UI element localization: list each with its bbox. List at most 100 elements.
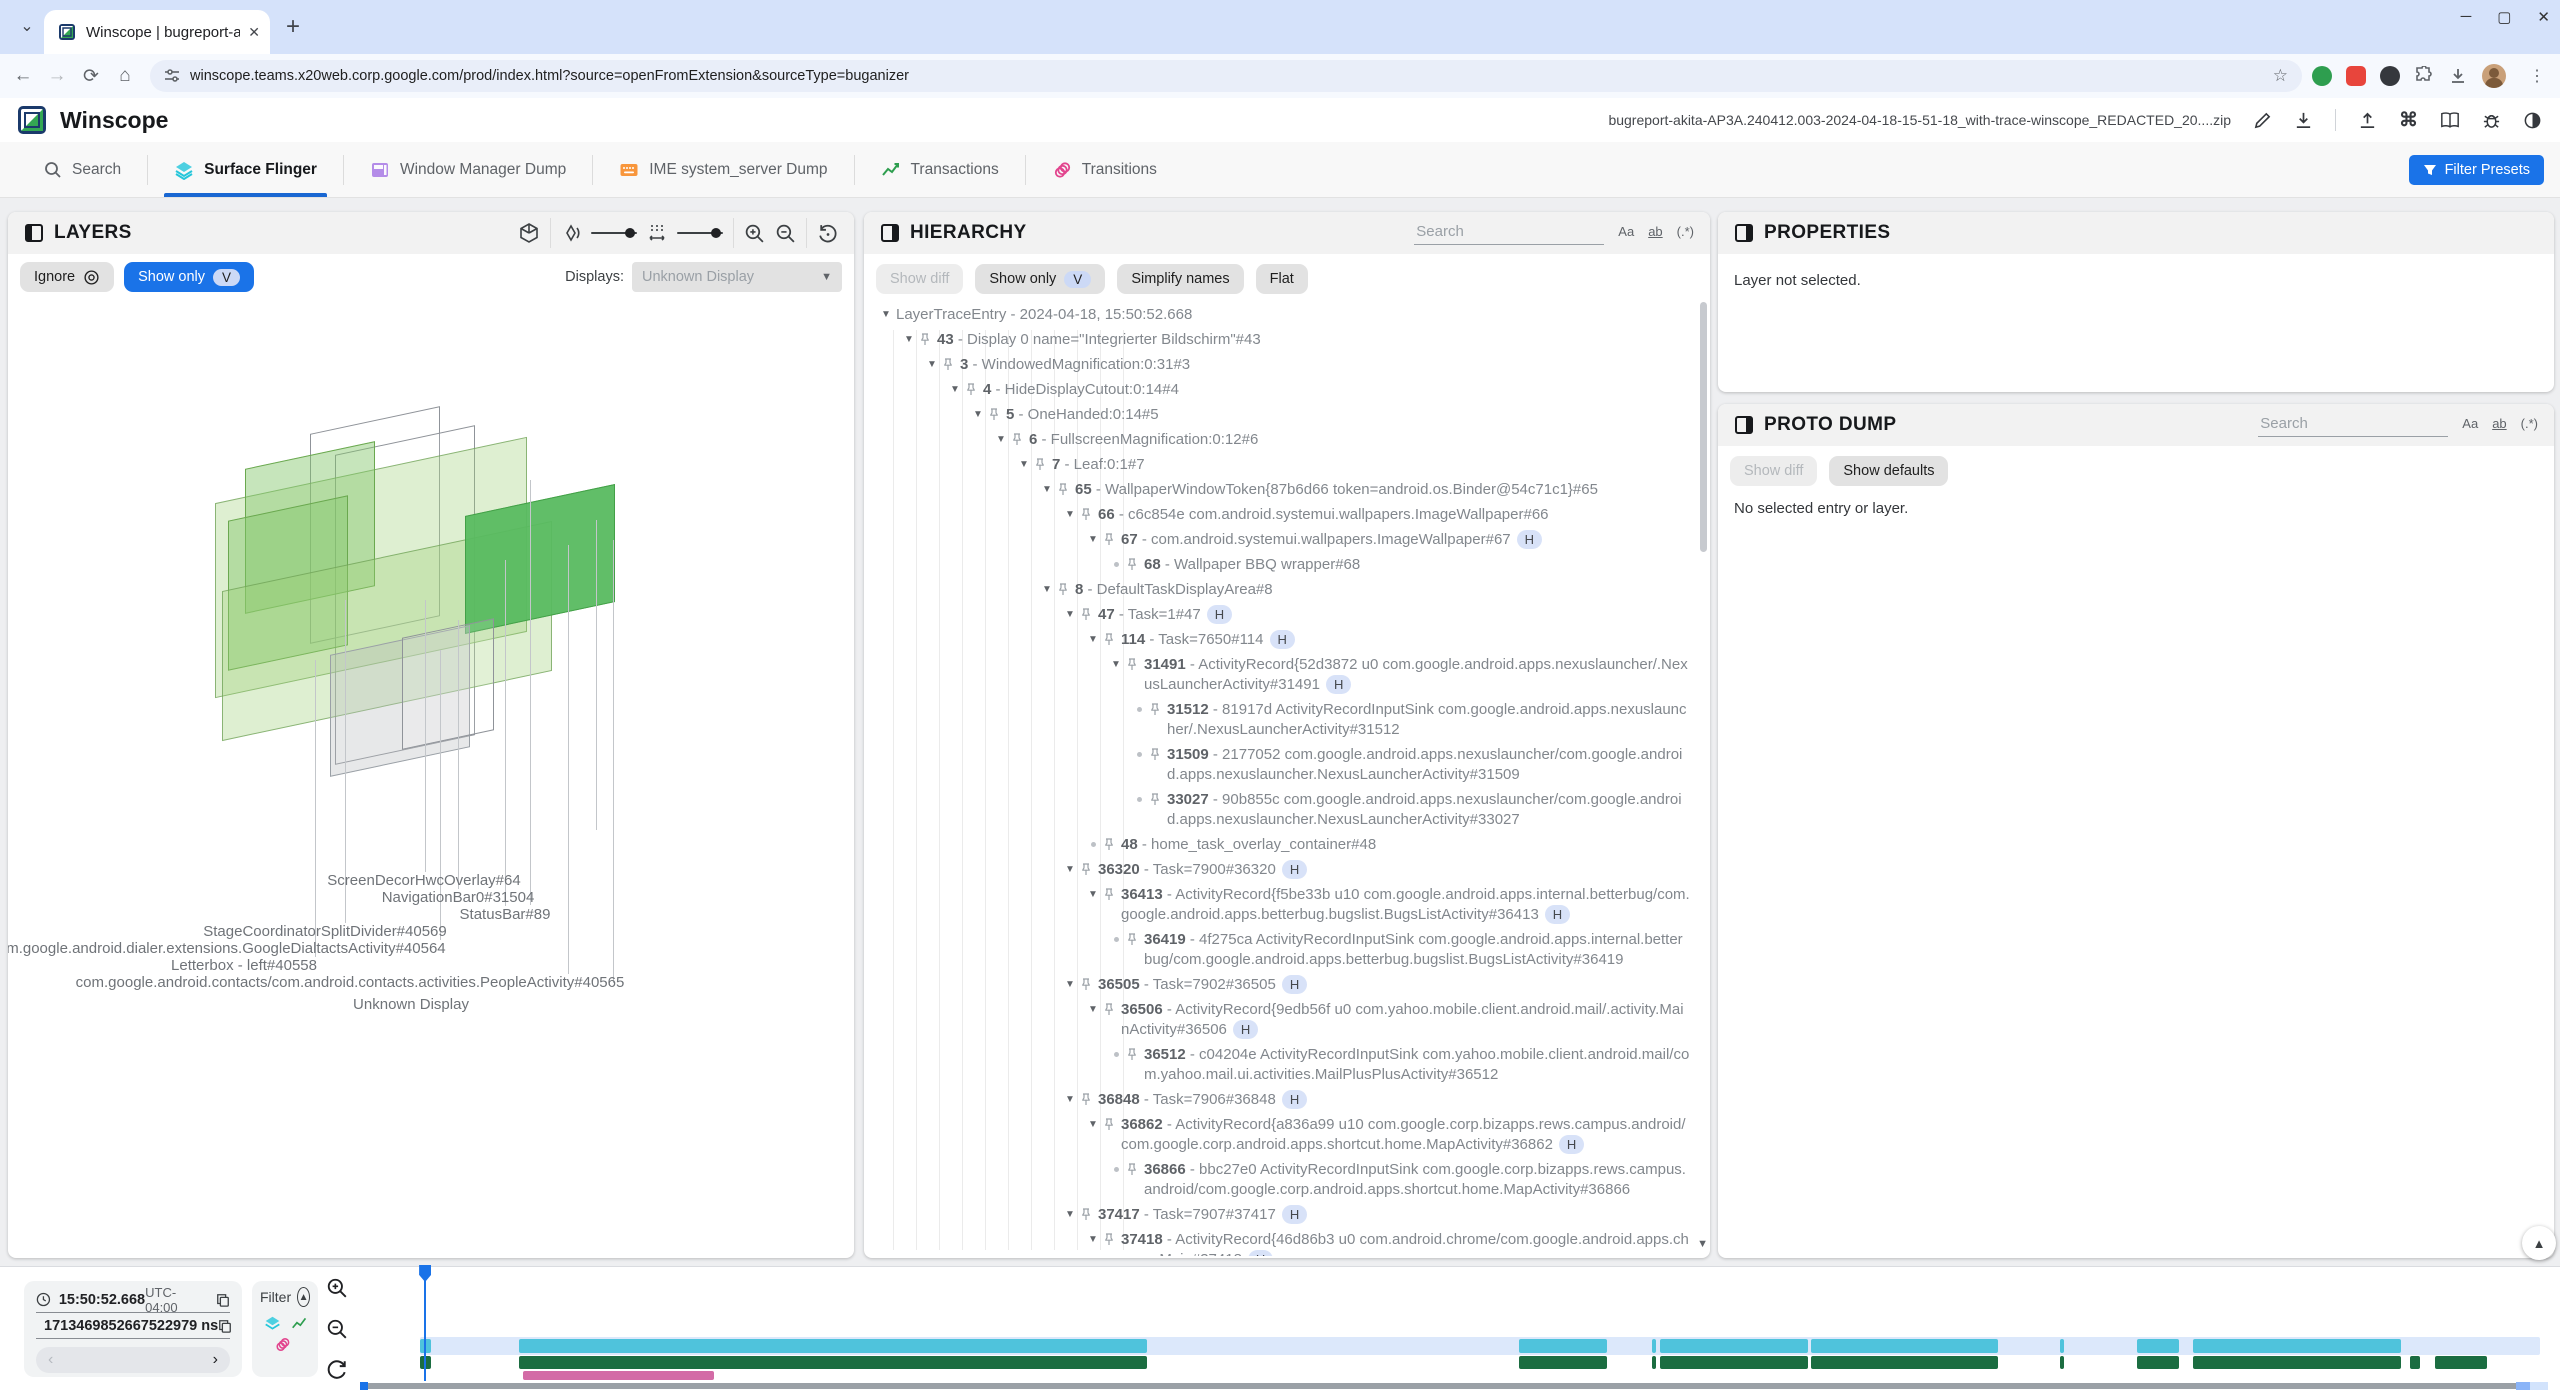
transitions-trace-icon[interactable]: [274, 1336, 291, 1353]
reset-view-icon[interactable]: [817, 223, 838, 244]
timeline-segment[interactable]: [1811, 1339, 1998, 1353]
pin-icon[interactable]: [1149, 790, 1167, 810]
pin-icon[interactable]: [1080, 860, 1098, 880]
timeline-segment[interactable]: [2060, 1339, 2064, 1353]
timeline-track[interactable]: [360, 1267, 2548, 1392]
timeline-segment[interactable]: [2410, 1356, 2420, 1369]
tree-node[interactable]: ▼47 - Task=1#47H: [872, 605, 1696, 625]
scrollbar-right-handle[interactable]: [2516, 1382, 2530, 1390]
timeline-cursor[interactable]: [424, 1267, 426, 1381]
pin-icon[interactable]: [1011, 430, 1029, 450]
tab-search[interactable]: Search: [18, 142, 147, 197]
pin-icon[interactable]: [1103, 530, 1121, 550]
pin-icon[interactable]: [1103, 1230, 1121, 1250]
expand-chevron-icon[interactable]: ▼: [1106, 655, 1126, 675]
displays-select[interactable]: Unknown Display ▼: [632, 262, 842, 292]
spacing-icon[interactable]: [647, 223, 667, 243]
show-diff-chip[interactable]: Show diff: [876, 264, 963, 294]
timeline-reset-zoom-icon[interactable]: [326, 1359, 348, 1386]
expand-chevron-icon[interactable]: ▼: [1083, 630, 1103, 650]
collapse-panel-icon[interactable]: [1734, 223, 1754, 243]
show-only-chip[interactable]: Show only V: [124, 262, 254, 292]
pin-icon[interactable]: [1103, 885, 1121, 905]
tree-node[interactable]: ▼36862 - ActivityRecord{a836a99 u10 com.…: [872, 1115, 1696, 1155]
scroll-down-icon[interactable]: ▼: [1697, 1238, 1708, 1250]
timeline-segment[interactable]: [1519, 1339, 1607, 1353]
timeline-row-surfaceflinger[interactable]: [360, 1339, 2548, 1353]
collapse-panel-icon[interactable]: [24, 223, 44, 243]
timeline-row-transitions[interactable]: [360, 1371, 2548, 1380]
tree-node[interactable]: ▼3 - WindowedMagnification:0:31#3: [872, 355, 1696, 375]
pin-icon[interactable]: [1080, 1205, 1098, 1225]
tree-node[interactable]: 36512 - c04204e ActivityRecordInputSink …: [872, 1045, 1696, 1085]
expand-chevron-icon[interactable]: ▼: [1060, 605, 1080, 625]
regex-toggle[interactable]: (.*): [1677, 224, 1694, 239]
pin-icon[interactable]: [965, 380, 983, 400]
regex-toggle[interactable]: (.*): [2521, 416, 2538, 431]
tree-node[interactable]: ▼4 - HideDisplayCutout:0:14#4: [872, 380, 1696, 400]
timeline-segment[interactable]: [1660, 1339, 1808, 1353]
match-word-toggle[interactable]: ab: [1648, 224, 1662, 239]
tree-node[interactable]: ▼36413 - ActivityRecord{f5be33b u10 com.…: [872, 885, 1696, 925]
next-frame-icon[interactable]: ›: [213, 1351, 218, 1369]
pin-icon[interactable]: [1126, 930, 1144, 950]
expand-chevron-icon[interactable]: ▼: [1060, 975, 1080, 995]
rotation-icon[interactable]: [561, 223, 581, 243]
collapse-panel-icon[interactable]: [1734, 415, 1754, 435]
expand-chevron-icon[interactable]: ▼: [1083, 1230, 1103, 1250]
bookmark-star-icon[interactable]: ☆: [2273, 66, 2288, 86]
flat-chip[interactable]: Flat: [1256, 264, 1308, 294]
tree-node[interactable]: ▼37418 - ActivityRecord{46d86b3 u0 com.a…: [872, 1230, 1696, 1256]
shortcuts-icon[interactable]: ⌘: [2399, 109, 2418, 132]
expand-chevron-icon[interactable]: ▼: [1083, 530, 1103, 550]
timeline-row-transactions[interactable]: [360, 1356, 2548, 1369]
pin-icon[interactable]: [988, 405, 1006, 425]
edit-icon[interactable]: [2253, 111, 2272, 130]
site-settings-icon[interactable]: [164, 68, 180, 84]
tab-search-icon[interactable]: ⌄: [14, 14, 40, 40]
browser-menu-icon[interactable]: ⋮: [2520, 66, 2554, 86]
report-bug-icon[interactable]: [2482, 111, 2501, 130]
expand-chevron-icon[interactable]: ▼: [1083, 885, 1103, 905]
show-only-chip[interactable]: Show onlyV: [975, 264, 1105, 294]
collapse-up-button[interactable]: ▲: [2522, 1226, 2556, 1260]
expand-chevron-icon[interactable]: ▼: [1060, 1205, 1080, 1225]
pin-icon[interactable]: [1057, 480, 1075, 500]
show-diff-chip[interactable]: Show diff: [1730, 456, 1817, 486]
tree-node[interactable]: ▼8 - DefaultTaskDisplayArea#8: [872, 580, 1696, 600]
expand-chevron-icon[interactable]: ▼: [1083, 1115, 1103, 1135]
pin-icon[interactable]: [1080, 505, 1098, 525]
3d-view-icon[interactable]: [518, 222, 540, 244]
reload-icon[interactable]: ⟳: [74, 65, 108, 88]
pin-icon[interactable]: [1103, 1000, 1121, 1020]
tree-node[interactable]: ▼37417 - Task=7907#37417H: [872, 1205, 1696, 1225]
ns-time-field[interactable]: 1713469852667522979 ns: [36, 1313, 230, 1339]
tree-node[interactable]: ▼6 - FullscreenMagnification:0:12#6: [872, 430, 1696, 450]
rotation-slider[interactable]: [591, 232, 637, 234]
timeline-segment[interactable]: [1660, 1356, 1808, 1369]
pin-icon[interactable]: [1080, 1090, 1098, 1110]
minimize-icon[interactable]: ─: [2461, 8, 2472, 26]
back-icon[interactable]: ←: [6, 65, 40, 87]
zoom-in-icon[interactable]: [744, 223, 765, 244]
timeline-segment[interactable]: [2435, 1356, 2487, 1369]
tree-node[interactable]: 48 - home_task_overlay_container#48: [872, 835, 1696, 855]
timeline-segment[interactable]: [2137, 1356, 2179, 1369]
expand-chevron-icon[interactable]: ▼: [1014, 455, 1034, 475]
browser-tab[interactable]: Winscope | bugreport-ak ✕: [44, 10, 270, 54]
pin-icon[interactable]: [1149, 745, 1167, 765]
expand-chevron-icon[interactable]: ▼: [876, 305, 896, 325]
timeline-zoom-out-icon[interactable]: [326, 1318, 348, 1345]
ignore-chip[interactable]: Ignore: [20, 262, 114, 292]
download-traces-icon[interactable]: [2294, 111, 2313, 130]
proto-search-input[interactable]: [2258, 413, 2448, 437]
tree-node[interactable]: ▼36506 - ActivityRecord{9edb56f u0 com.y…: [872, 1000, 1696, 1040]
human-time-field[interactable]: 15:50:52.668 UTC-04:00: [36, 1287, 230, 1313]
close-icon[interactable]: ✕: [2537, 8, 2550, 26]
timeline-segment[interactable]: [1652, 1356, 1656, 1369]
extensions-puzzle-icon[interactable]: [2414, 66, 2434, 86]
expand-chevron-icon[interactable]: ▼: [922, 355, 942, 375]
maximize-icon[interactable]: ▢: [2497, 8, 2511, 26]
layer-rect[interactable]: [402, 618, 494, 750]
expand-chevron-icon[interactable]: ▼: [1060, 505, 1080, 525]
